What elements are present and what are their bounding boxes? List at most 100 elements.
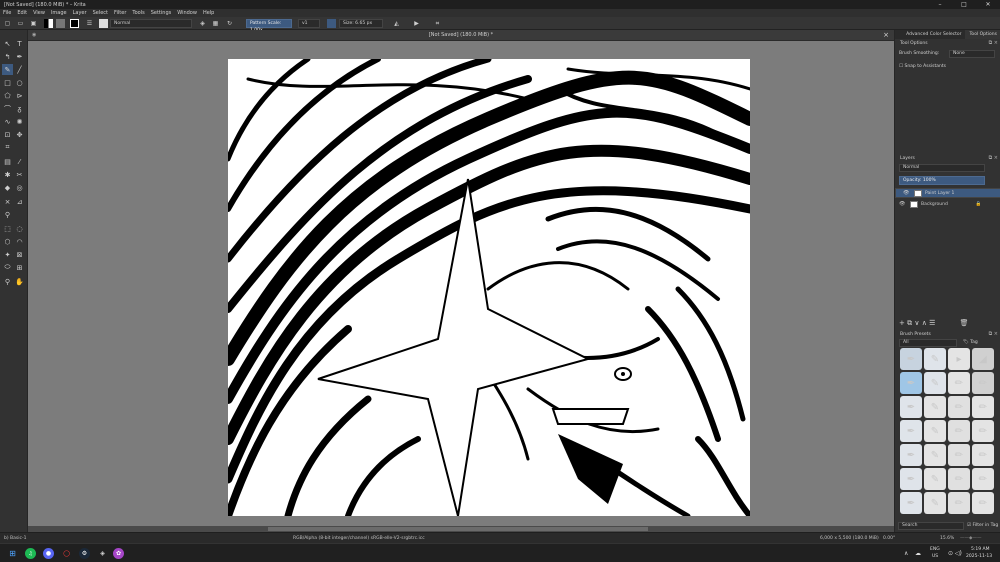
preset-pencil[interactable]: ✏ [948, 372, 970, 394]
save-document-icon[interactable]: ▣ [29, 19, 38, 28]
rectangle-tool-icon[interactable]: □ [2, 77, 13, 88]
edit-shapes-tool-icon[interactable]: ↰ [2, 51, 13, 62]
preset-brush-23[interactable]: ✏ [948, 468, 970, 490]
preset-brush-24[interactable]: ✏ [972, 468, 994, 490]
elliptical-selection-tool-icon[interactable]: ◌ [14, 223, 25, 234]
preset-brush-25[interactable]: ✒ [900, 492, 922, 514]
reload-preset-icon[interactable]: ↻ [225, 19, 234, 28]
tag-button[interactable]: 🏷 Tag [963, 340, 978, 345]
brush-preset-thumbnail[interactable] [99, 19, 108, 28]
multibrush-tool-icon[interactable]: ✺ [14, 116, 25, 127]
preset-airbrush[interactable]: ▸ [948, 348, 970, 370]
maximize-button[interactable]: □ [952, 0, 976, 9]
clock-date[interactable]: 2025-11-13 [966, 554, 992, 559]
close-document-icon[interactable]: × [883, 30, 889, 41]
layer-row-paint-layer-1[interactable]: 👁 Paint Layer 1 [895, 188, 1000, 198]
menu-settings[interactable]: Settings [151, 10, 172, 16]
reference-images-tool-icon[interactable]: ⚲ [2, 209, 13, 220]
gradient-tool-icon[interactable]: ▤ [2, 156, 13, 167]
language-indicator-top[interactable]: ENG [930, 547, 940, 552]
ellipse-tool-icon[interactable]: ○ [14, 77, 25, 88]
close-window-button[interactable]: ✕ [976, 0, 1000, 9]
add-layer-icon[interactable]: + [899, 319, 905, 327]
preset-brush-19[interactable]: ✏ [948, 444, 970, 466]
menu-view[interactable]: View [33, 10, 45, 16]
crop-tool-icon[interactable]: ⌗ [2, 142, 13, 153]
preset-brush-18[interactable]: ✎ [924, 444, 946, 466]
delete-layer-icon[interactable]: 🗑 [960, 319, 969, 327]
visibility-eye-icon[interactable]: 👁 [903, 190, 911, 197]
preset-brush-12[interactable]: ✏ [972, 396, 994, 418]
menu-window[interactable]: Window [177, 10, 197, 16]
brush-editor-icon[interactable]: ☰ [85, 19, 94, 28]
foreground-color-swatch[interactable] [70, 19, 79, 28]
menu-tools[interactable]: Tools [132, 10, 144, 16]
move-layer-down-icon[interactable]: ∨ [914, 319, 919, 327]
polyline-tool-icon[interactable]: ⊳ [14, 90, 25, 101]
tab-advanced-color-selector[interactable]: Advanced Color Selector [902, 30, 965, 39]
menu-help[interactable]: Help [203, 10, 214, 16]
rectangular-selection-tool-icon[interactable]: ⬚ [2, 223, 13, 234]
preset-brush-10[interactable]: ✎ [924, 396, 946, 418]
filter-in-tag-checkbox[interactable]: ☑ Filter in Tag [967, 523, 998, 528]
menu-file[interactable]: File [3, 10, 11, 16]
eraser-mode-icon[interactable]: ◈ [198, 19, 207, 28]
onedrive-icon[interactable]: ☁ [915, 550, 921, 557]
duplicate-layer-icon[interactable]: ⧉ [907, 319, 912, 327]
language-indicator-bottom[interactable]: US [932, 554, 938, 559]
brush-smoothing-select[interactable]: None [949, 50, 995, 58]
dynamic-brush-tool-icon[interactable]: ∿ [2, 116, 13, 127]
new-document-icon[interactable]: ▢ [3, 19, 12, 28]
bezier-selection-tool-icon[interactable]: ⬭ [2, 262, 13, 273]
krita-taskbar-icon[interactable]: ✿ [113, 548, 124, 559]
layer-blend-mode-select[interactable]: Normal [899, 164, 985, 172]
windows-start-icon[interactable]: ⊞ [7, 548, 18, 559]
assistant-tool-icon[interactable]: ⨯ [2, 196, 13, 207]
preset-search-input[interactable]: Search [898, 522, 964, 530]
lock-icon[interactable]: 🔒 [976, 202, 982, 207]
spotify-icon[interactable]: ♫ [25, 548, 36, 559]
preset-brush-21[interactable]: ✒ [900, 468, 922, 490]
smart-patch-tool-icon[interactable]: ✂ [14, 169, 25, 180]
preset-brush-11[interactable]: ✏ [948, 396, 970, 418]
visibility-eye-icon[interactable]: 👁 [899, 201, 907, 207]
preset-smudge[interactable]: ◢ [972, 348, 994, 370]
preset-charcoal[interactable]: ✏ [972, 372, 994, 394]
snap-to-assistants-checkbox[interactable]: ☐ Snap to Assistants [899, 64, 946, 69]
gradient-swatch[interactable] [44, 19, 53, 28]
move-tool-icon[interactable]: ✥ [14, 129, 25, 140]
preset-brush-15[interactable]: ✏ [948, 420, 970, 442]
app-icon[interactable]: ◈ [97, 548, 108, 559]
freehand-path-tool-icon[interactable]: ᵹ [14, 103, 25, 114]
panel-float-close-icon[interactable]: ⧉ × [989, 40, 998, 46]
colorize-mask-tool-icon[interactable]: ✱ [2, 169, 13, 180]
magnetic-selection-tool-icon[interactable]: ⊞ [14, 262, 25, 273]
similar-selection-tool-icon[interactable]: ⊠ [14, 249, 25, 260]
line-tool-icon[interactable]: ╱ [14, 64, 25, 75]
contiguous-selection-tool-icon[interactable]: ✦ [2, 249, 13, 260]
steam-icon[interactable]: ⚙ [79, 548, 90, 559]
freehand-selection-tool-icon[interactable]: ◠ [14, 236, 25, 247]
menu-layer[interactable]: Layer [73, 10, 87, 16]
preset-pen-2[interactable]: ✎ [924, 372, 946, 394]
drawing-canvas[interactable] [228, 59, 750, 516]
preset-brush-13[interactable]: ✒ [900, 420, 922, 442]
preset-basic-1[interactable]: ✒ [900, 372, 922, 394]
preset-brush-28[interactable]: ✏ [972, 492, 994, 514]
document-tab[interactable]: ◉ [Not Saved] (180.0 MiB) * × [28, 30, 894, 41]
transform-tool-icon[interactable]: ⊡ [2, 129, 13, 140]
tab-tool-options[interactable]: Tool Options [965, 30, 1000, 39]
mirror-horizontal-icon[interactable]: ◭ [392, 19, 401, 28]
layer-row-background[interactable]: 👁 Background 🔒 [895, 199, 1000, 209]
preset-brush-17[interactable]: ✒ [900, 444, 922, 466]
pattern-angle-select[interactable]: v1 [298, 19, 320, 28]
bezier-tool-icon[interactable]: ⌒ [2, 103, 13, 114]
pattern-scale-field[interactable]: Pattern Scale: 1.00x [246, 19, 292, 33]
preset-brush-22[interactable]: ✎ [924, 468, 946, 490]
blend-mode-select[interactable]: Normal [110, 19, 192, 28]
preset-ink-pen[interactable]: ✒ [900, 348, 922, 370]
polygonal-selection-tool-icon[interactable]: ⬡ [2, 236, 13, 247]
network-volume-icon[interactable]: ⊙ ◁) [948, 550, 962, 557]
move-layer-up-icon[interactable]: ∧ [922, 319, 927, 327]
scrollbar-thumb[interactable] [268, 527, 648, 531]
